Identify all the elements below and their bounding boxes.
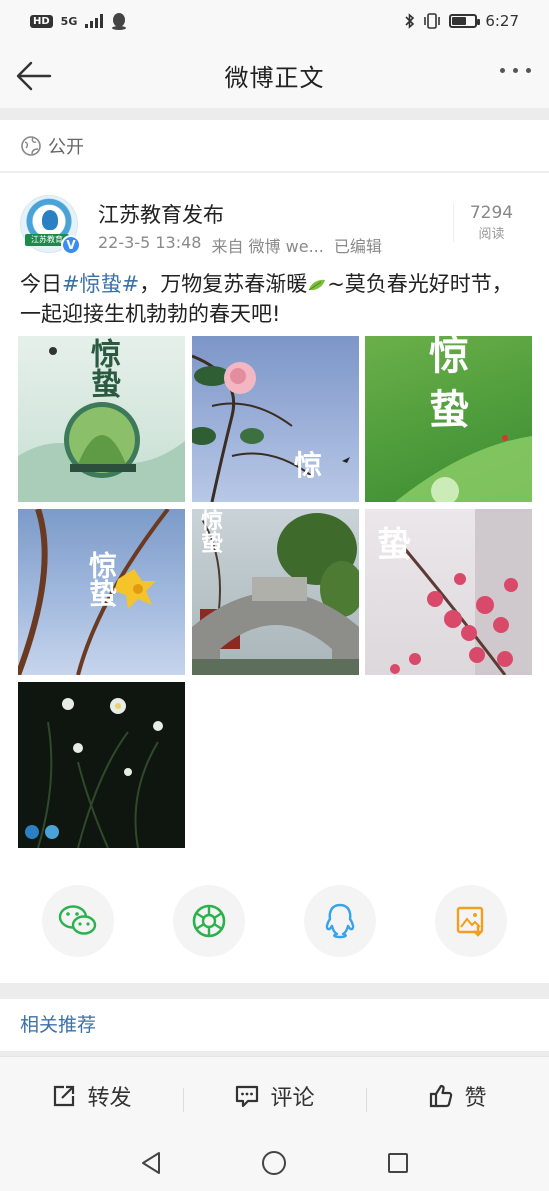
post-image-7[interactable] — [18, 682, 185, 848]
post-text: 今日#惊蛰#，万物复苏春渐暖 ~莫负春光好时节，一起迎接生机勃勃的春天吧! — [20, 269, 530, 329]
battery-icon — [449, 14, 481, 28]
post-text-body: ，万物复苏春渐暖 — [139, 272, 308, 296]
post-image-5[interactable]: 惊蛰 — [192, 509, 359, 675]
clock: 6:27 — [485, 12, 519, 30]
image-3-title: 惊 蛰 — [422, 336, 469, 428]
comment-button[interactable]: 评论 — [183, 1080, 366, 1112]
system-nav-bar — [0, 1134, 549, 1191]
signal-icon — [85, 14, 104, 28]
post-image-2[interactable]: 惊 — [192, 336, 359, 502]
read-count: 7294 阅读 — [453, 203, 529, 242]
moments-share-button[interactable] — [173, 885, 245, 957]
visibility-row: 公开 — [0, 120, 549, 172]
back-arrow-icon[interactable] — [14, 56, 54, 96]
repost-label: 转发 — [87, 1085, 132, 1111]
wechat-icon — [58, 905, 97, 935]
post-date: 22-3-5 13:48 — [98, 233, 202, 252]
more-options-icon[interactable] — [500, 68, 531, 73]
read-count-number: 7294 — [469, 203, 514, 223]
recents-square-icon[interactable] — [386, 1151, 410, 1175]
bottom-action-bar: 转发 评论 赞 — [0, 1056, 549, 1134]
post-image-4[interactable]: 惊蛰 — [18, 509, 185, 675]
image-1-title: 惊蛰 — [85, 338, 120, 398]
qq-icon — [325, 903, 355, 939]
save-image-button[interactable] — [435, 885, 507, 957]
edited-label[interactable]: 已编辑 — [334, 233, 382, 257]
back-triangle-icon[interactable] — [139, 1150, 163, 1176]
share-row — [0, 885, 549, 961]
moments-icon — [192, 904, 226, 938]
qq-share-button[interactable] — [304, 885, 376, 957]
weibo-post-card: 江苏教育 V 江苏教育发布 22-3-5 13:48 来自 微博 we... 已… — [0, 173, 549, 983]
post-source[interactable]: 来自 微博 we... — [211, 233, 323, 257]
network-type: 5G — [60, 14, 78, 28]
nav-bar: 微博正文 — [0, 42, 549, 108]
image-6-title: 蛰 — [377, 525, 411, 565]
verified-badge-icon: V — [61, 235, 81, 255]
related-recommendations[interactable]: 相关推荐 — [0, 999, 549, 1051]
weibo-detail-page: HD 5G 6:27 微博正文 公开 江苏教育 V 江苏教育发布 22-3-5 … — [0, 0, 549, 1191]
vibrate-icon — [424, 13, 441, 29]
like-button[interactable]: 赞 — [366, 1080, 549, 1112]
post-image-6[interactable]: 蛰 — [365, 509, 532, 675]
status-bar: HD 5G 6:27 — [0, 0, 549, 42]
image-4-title: 惊蛰 — [85, 551, 118, 607]
save-image-icon — [456, 906, 484, 937]
bluetooth-icon — [405, 13, 415, 29]
page-title: 微博正文 — [224, 63, 325, 92]
status-left: HD 5G — [30, 12, 127, 30]
comment-icon — [236, 1085, 259, 1107]
section-divider — [0, 983, 549, 999]
wechat-share-button[interactable] — [42, 885, 114, 957]
repost-icon — [54, 1085, 75, 1106]
status-right: 6:27 — [405, 12, 519, 30]
like-label: 赞 — [464, 1085, 487, 1111]
visibility-label: 公开 — [48, 136, 84, 158]
post-meta: 22-3-5 13:48 来自 微博 we... 已编辑 — [98, 233, 382, 257]
comment-label: 评论 — [270, 1085, 315, 1111]
thumbs-up-icon — [430, 1084, 453, 1107]
post-image-3[interactable]: 惊 蛰 — [365, 336, 532, 502]
read-count-label: 阅读 — [478, 227, 505, 242]
section-divider — [0, 108, 549, 120]
globe-icon — [21, 135, 41, 156]
topic-link[interactable]: #惊蛰# — [62, 272, 139, 296]
post-image-1[interactable]: 惊蛰 — [18, 336, 185, 502]
repost-button[interactable]: 转发 — [0, 1080, 183, 1112]
leaf-emoji-icon — [308, 279, 326, 291]
author-header: 江苏教育 V 江苏教育发布 22-3-5 13:48 来自 微博 we... 已… — [20, 195, 529, 257]
qq-notification-icon — [112, 13, 127, 30]
image-5-title: 惊蛰 — [197, 509, 223, 553]
home-circle-icon[interactable] — [261, 1150, 287, 1176]
post-text-prefix: 今日 — [20, 272, 62, 296]
image-2-title: 惊 — [294, 449, 323, 482]
author-name[interactable]: 江苏教育发布 — [98, 199, 224, 229]
hd-badge: HD — [30, 14, 53, 28]
